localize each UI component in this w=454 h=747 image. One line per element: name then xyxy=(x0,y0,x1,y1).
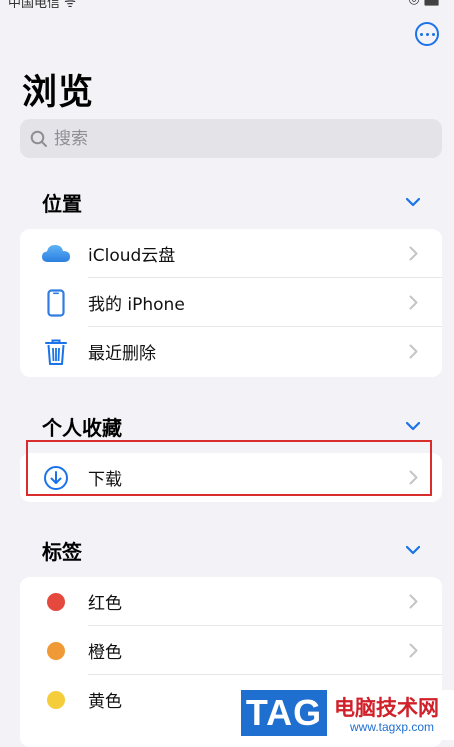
status-icons: ◎ ⬛ xyxy=(408,0,440,7)
section-header-locations[interactable]: 位置 xyxy=(42,187,422,217)
watermark-site-name: 电脑技术网 xyxy=(334,696,439,720)
list-item-tag-orange[interactable]: 橙色 xyxy=(20,626,442,675)
yellow-tag-dot-icon xyxy=(47,690,65,709)
chevron-right-icon xyxy=(409,594,418,609)
chevron-right-icon xyxy=(409,295,418,310)
list-item-tag-red[interactable]: 红色 xyxy=(20,577,442,626)
watermark-url: www.tagxp.com xyxy=(350,720,435,734)
list-item-iphone[interactable]: 我的 iPhone xyxy=(20,278,442,327)
watermark: TAG 电脑技术网 www.tagxp.com xyxy=(240,690,454,740)
chevron-right-icon xyxy=(409,643,418,658)
item-label: 我的 iPhone xyxy=(88,295,185,315)
list-item-icloud[interactable]: iCloud云盘 xyxy=(20,229,442,278)
section-title: 个人收藏 xyxy=(42,415,122,440)
chevron-right-icon xyxy=(409,344,418,359)
iphone-icon xyxy=(38,285,74,321)
section-header-favorites[interactable]: 个人收藏 xyxy=(42,411,422,441)
chevron-right-icon xyxy=(409,246,418,261)
search-icon xyxy=(30,130,47,147)
orange-tag-dot-icon xyxy=(47,641,65,660)
page-title: 浏览 xyxy=(22,73,95,113)
section-header-tags[interactable]: 标签 xyxy=(42,535,422,565)
watermark-logo: TAG xyxy=(241,690,327,736)
item-label: 橙色 xyxy=(88,643,122,663)
section-title: 位置 xyxy=(42,191,82,216)
item-label: 黄色 xyxy=(88,692,122,712)
section-title: 标签 xyxy=(42,539,82,564)
highlight-annotation xyxy=(26,440,432,496)
search-input[interactable] xyxy=(54,128,414,149)
search-bar[interactable] xyxy=(20,119,442,158)
chevron-down-icon[interactable] xyxy=(406,197,420,207)
item-label: iCloud云盘 xyxy=(88,246,176,266)
icloud-icon xyxy=(38,236,74,272)
trash-icon xyxy=(38,334,74,370)
red-tag-dot-icon xyxy=(47,592,65,611)
ellipsis-circle-icon[interactable] xyxy=(415,22,439,46)
item-label: 最近删除 xyxy=(88,344,156,364)
chevron-down-icon[interactable] xyxy=(406,545,420,555)
locations-list: iCloud云盘 我的 iPhone 最近删除 xyxy=(20,229,442,377)
item-label: 红色 xyxy=(88,594,122,614)
status-bar: 中国电信 ᯤ ◎ ⬛ xyxy=(0,0,454,8)
list-item-recently-deleted[interactable]: 最近删除 xyxy=(20,327,442,376)
carrier-label: 中国电信 ᯤ xyxy=(8,0,77,8)
chevron-down-icon[interactable] xyxy=(406,421,420,431)
